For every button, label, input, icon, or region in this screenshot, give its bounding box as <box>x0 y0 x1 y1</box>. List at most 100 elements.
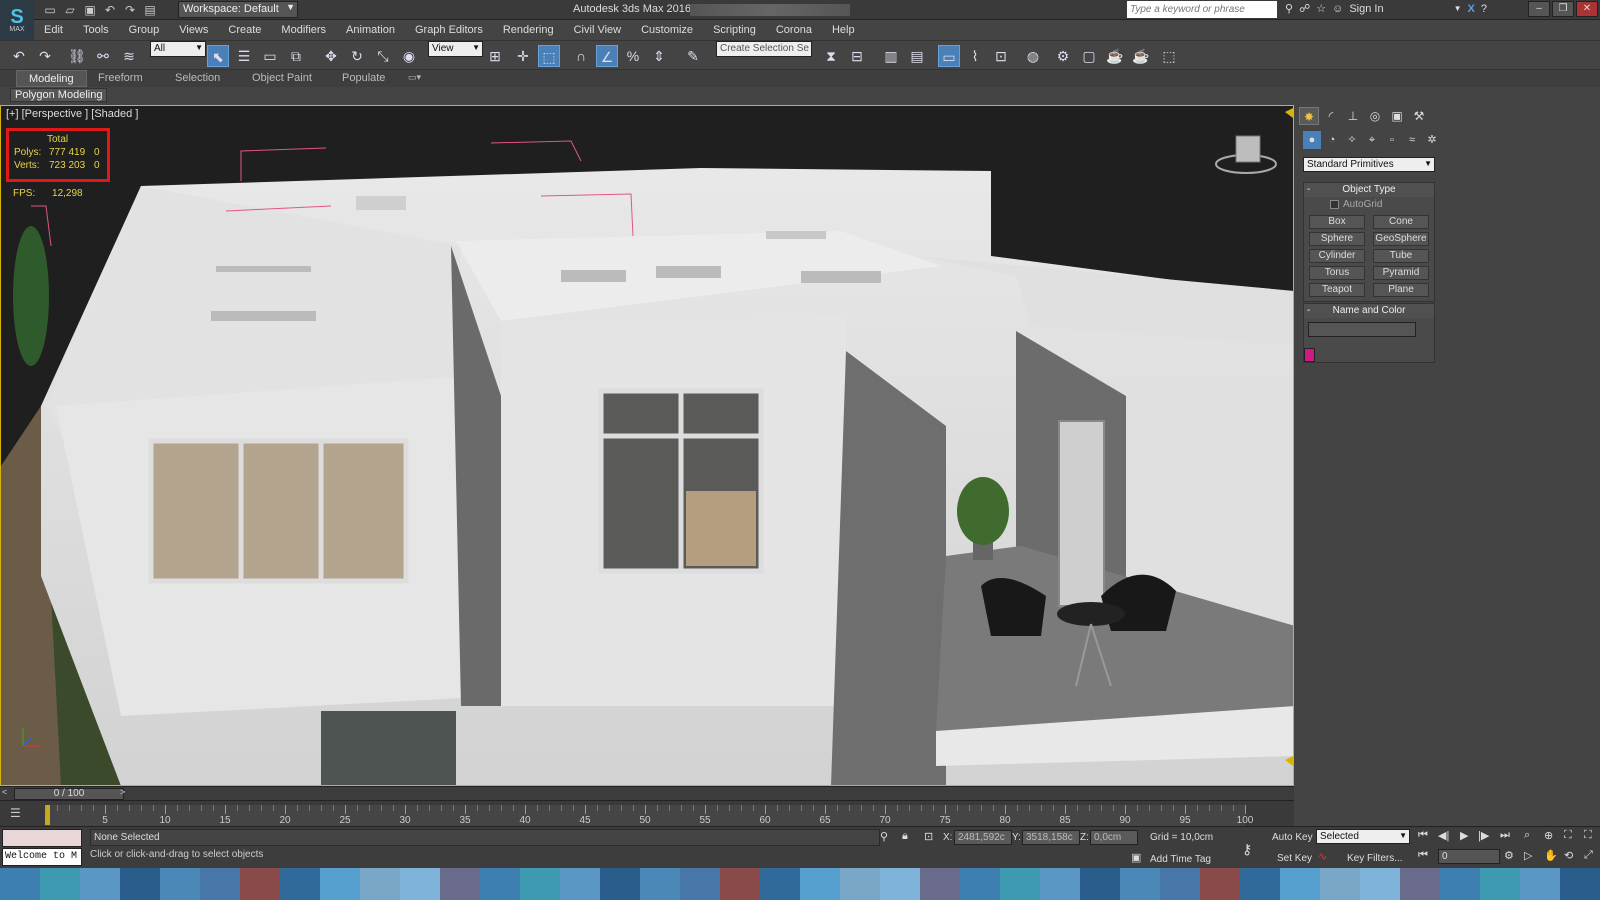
key-filters-button[interactable]: Key Filters... <box>1347 853 1403 864</box>
minimize-icon[interactable]: – <box>1528 1 1550 17</box>
redo-icon[interactable]: ↷ <box>34 45 56 67</box>
unlink-icon[interactable]: ⚯ <box>92 45 114 67</box>
maximize-viewport-icon[interactable]: ⤢ <box>1584 849 1593 862</box>
favorites-star-icon[interactable]: ☆ <box>1316 2 1326 15</box>
menu-customize[interactable]: Customize <box>631 24 703 36</box>
keyword-search-input[interactable] <box>1127 1 1277 18</box>
plane-button[interactable]: Plane <box>1373 283 1429 297</box>
geosphere-button[interactable]: GeoSphere <box>1373 232 1429 246</box>
menu-tools[interactable]: Tools <box>73 24 119 36</box>
spinner-snap-icon[interactable]: ⇕ <box>648 45 670 67</box>
menu-corona[interactable]: Corona <box>766 24 822 36</box>
mini-curve-editor-icon[interactable]: ☰ <box>10 806 21 820</box>
current-frame-field[interactable]: 0 <box>1438 849 1500 864</box>
set-key-button[interactable]: Set Key <box>1277 853 1312 864</box>
box-button[interactable]: Box <box>1309 215 1365 229</box>
previous-frame-icon[interactable]: ◀| <box>1438 829 1449 842</box>
menu-help[interactable]: Help <box>822 24 865 36</box>
select-object-icon[interactable]: ⬉ <box>207 45 229 67</box>
go-to-start-icon[interactable]: ⏮ <box>1418 829 1428 842</box>
scale-icon[interactable]: ⤡ <box>372 45 394 67</box>
orbit-icon[interactable]: ⟲ <box>1564 849 1573 862</box>
menu-scripting[interactable]: Scripting <box>703 24 766 36</box>
render-production-icon[interactable]: ☕ <box>1104 45 1126 67</box>
close-icon[interactable]: ✕ <box>1576 1 1598 17</box>
cameras-icon[interactable]: ⌖ <box>1363 131 1381 149</box>
play-icon[interactable]: ▶ <box>1460 829 1468 842</box>
selection-filter-dropdown[interactable]: All ▼ <box>150 41 206 57</box>
key-mode-toggle-icon[interactable]: ⏮ <box>1418 849 1428 862</box>
help-icon[interactable]: ? <box>1481 3 1487 15</box>
undo-icon[interactable]: ↶ <box>102 2 118 18</box>
exchange-x-icon[interactable]: X <box>1467 3 1474 15</box>
menu-rendering[interactable]: Rendering <box>493 24 564 36</box>
timeline-ruler[interactable]: 5 10 15 20 25 30 35 40 45 50 55 60 65 70 75 80 85 90 95 100 <box>45 805 1253 826</box>
cylinder-button[interactable]: Cylinder <box>1309 249 1365 263</box>
hierarchy-tab-icon[interactable]: ⊥ <box>1343 107 1363 125</box>
rendered-frame-window-icon[interactable]: ▢ <box>1078 45 1100 67</box>
torus-button[interactable]: Torus <box>1309 266 1365 280</box>
primitive-category-dropdown[interactable]: Standard Primitives ▼ <box>1303 157 1435 172</box>
reference-coord-dropdown[interactable]: View ▼ <box>428 41 483 57</box>
edit-named-selection-icon[interactable]: ✎ <box>682 45 704 67</box>
geometry-icon[interactable]: ● <box>1303 131 1321 149</box>
rotate-icon[interactable]: ↻ <box>346 45 368 67</box>
binoculars-icon[interactable]: ⚲ <box>1285 2 1293 15</box>
material-editor-icon[interactable]: ◍ <box>1022 45 1044 67</box>
toggle-ribbon-icon[interactable]: ▭ <box>938 45 960 67</box>
open-file-icon[interactable]: ▱ <box>62 2 78 18</box>
save-file-icon[interactable]: ▣ <box>82 2 98 18</box>
named-selection-dropdown[interactable]: Create Selection Se <box>716 41 812 57</box>
sphere-button[interactable]: Sphere <box>1309 232 1365 246</box>
placement-icon[interactable]: ◉ <box>398 45 420 67</box>
tube-button[interactable]: Tube <box>1373 249 1429 263</box>
window-crossing-icon[interactable]: ⧉ <box>285 45 307 67</box>
z-coordinate-field[interactable]: 0,0cm <box>1090 830 1138 845</box>
menu-animation[interactable]: Animation <box>336 24 405 36</box>
tab-populate[interactable]: Populate <box>342 72 385 84</box>
a360-cloud-icon[interactable]: ⬚ <box>1158 45 1180 67</box>
menu-edit[interactable]: Edit <box>34 24 73 36</box>
chevron-down-icon[interactable]: ▼ <box>1454 4 1462 13</box>
selection-lock-icon[interactable]: 🔒︎ <box>902 830 908 843</box>
go-to-end-icon[interactable]: ⏭ <box>1500 829 1510 842</box>
new-file-icon[interactable]: ▭ <box>42 2 58 18</box>
shapes-icon[interactable]: ◔ <box>1323 131 1341 149</box>
zoom-all-icon[interactable]: ⊕ <box>1544 829 1553 842</box>
name-color-header[interactable]: - Name and Color <box>1304 304 1434 318</box>
curve-editor-icon[interactable]: ⌇ <box>964 45 986 67</box>
absolute-mode-icon[interactable]: ⊡ <box>924 830 933 843</box>
scene-explorer-icon[interactable]: ▥ <box>880 45 902 67</box>
angle-snap-icon[interactable]: ∠ <box>596 45 618 67</box>
render-setup-icon[interactable]: ⚙ <box>1052 45 1074 67</box>
maxscript-listener-top[interactable] <box>2 829 82 847</box>
rect-selection-icon[interactable]: ▭ <box>259 45 281 67</box>
pivot-center-icon[interactable]: ⊞ <box>484 45 506 67</box>
menu-graph-editors[interactable]: Graph Editors <box>405 24 493 36</box>
tab-object-paint[interactable]: Object Paint <box>252 72 312 84</box>
next-frame-icon[interactable]: |▶ <box>1478 829 1489 842</box>
mirror-icon[interactable]: ⧗ <box>820 45 842 67</box>
motion-tab-icon[interactable]: ◎ <box>1365 107 1385 125</box>
time-configuration-icon[interactable]: ⚙ <box>1504 849 1514 862</box>
object-type-header[interactable]: - Object Type <box>1304 183 1434 197</box>
systems-icon[interactable]: ✲ <box>1423 131 1441 149</box>
tab-selection[interactable]: Selection <box>175 72 220 84</box>
menu-modifiers[interactable]: Modifiers <box>271 24 336 36</box>
object-color-swatch[interactable] <box>1304 348 1315 362</box>
helpers-icon[interactable]: ▫ <box>1383 131 1401 149</box>
perspective-viewport[interactable]: [+] [Perspective ] [Shaded ] Total Polys… <box>0 105 1294 786</box>
utilities-tab-icon[interactable]: ⚒ <box>1409 107 1429 125</box>
default-tangent-icon[interactable]: ∿ <box>1318 850 1327 863</box>
subscription-icon[interactable]: ☍ <box>1299 2 1310 15</box>
user-icon[interactable]: ☺ <box>1332 3 1343 15</box>
menu-create[interactable]: Create <box>218 24 271 36</box>
layer-explorer-icon[interactable]: ▤ <box>906 45 928 67</box>
align-icon[interactable]: ⊟ <box>846 45 868 67</box>
time-tag-icon[interactable]: ▣ <box>1131 851 1141 864</box>
menu-group[interactable]: Group <box>119 24 170 36</box>
viewport-label[interactable]: [+] [Perspective ] [Shaded ] <box>6 108 138 120</box>
percent-snap-icon[interactable]: % <box>622 45 644 67</box>
menu-views[interactable]: Views <box>169 24 218 36</box>
modify-tab-icon[interactable]: ◜ <box>1321 107 1341 125</box>
